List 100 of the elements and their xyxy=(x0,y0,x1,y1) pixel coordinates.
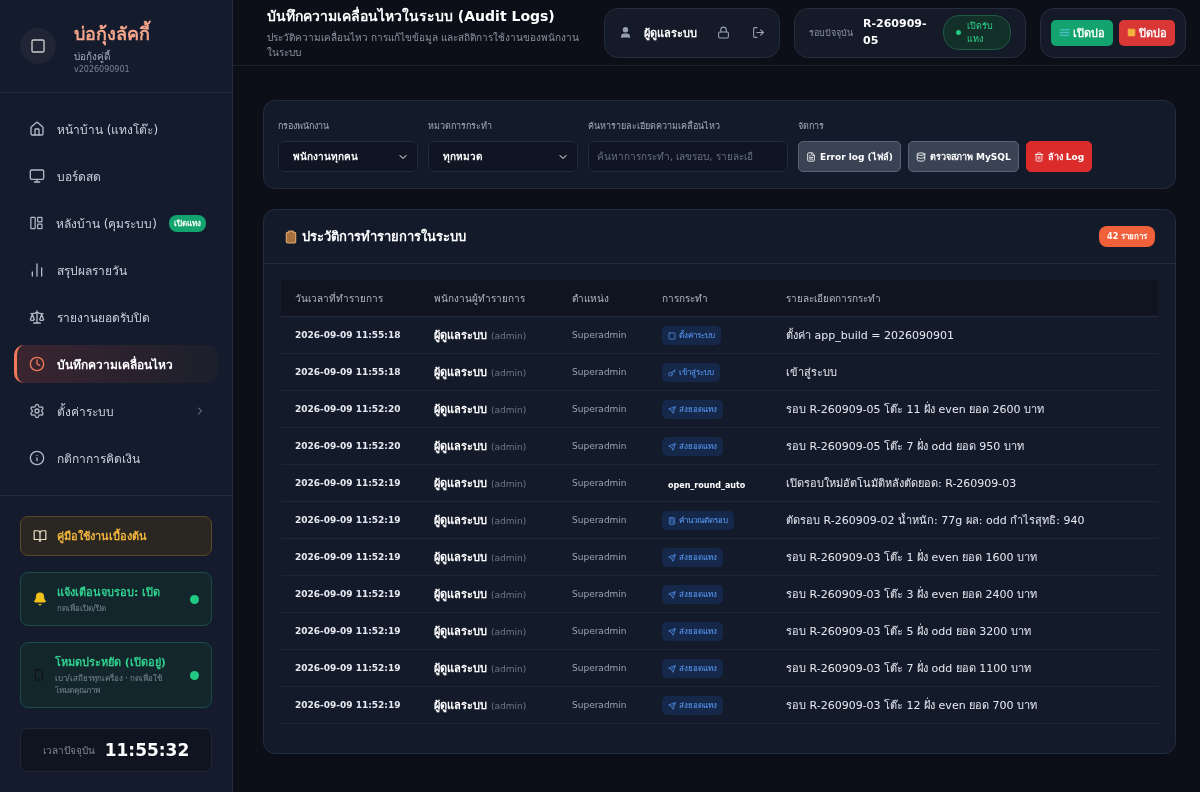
phone-icon xyxy=(33,669,45,681)
trash-icon xyxy=(1033,151,1044,162)
search-field[interactable]: ค้นหาการกระทำ, เลขรอบ, รายละเอี xyxy=(588,141,788,172)
filter-label: หมวดการกระทำ xyxy=(428,120,493,133)
user-cell-text: ผู้ดูแลระบบ xyxy=(434,698,487,714)
nav-item[interactable]: ตั้งค่าระบบ xyxy=(14,392,218,430)
username-text: (admin) xyxy=(491,368,527,378)
database-icon xyxy=(915,151,926,162)
nav-item[interactable]: บอร์ดสด xyxy=(14,157,218,195)
send-icon xyxy=(668,627,676,636)
logout-icon[interactable] xyxy=(752,26,765,39)
square-icon xyxy=(668,331,676,340)
user-cell-text: ผู้ดูแลระบบ xyxy=(434,624,487,640)
send-icon xyxy=(668,701,676,710)
user-cell-text: ผู้ดูแลระบบ xyxy=(434,476,487,492)
action-tag: ส่งยอดแทง xyxy=(662,696,723,716)
user-cell-text: ผู้ดูแลระบบ xyxy=(434,550,487,566)
send-icon xyxy=(668,664,676,673)
nav-item[interactable]: กติกาการคิดเงิน xyxy=(14,439,218,477)
user-icon xyxy=(619,26,632,39)
category-select[interactable]: ทุกหมวด xyxy=(428,141,578,172)
role-cell-text: Superadmin xyxy=(571,515,628,525)
round-code: R-260909-05 xyxy=(863,16,928,49)
nav-icon xyxy=(29,168,45,184)
user-cell-text: ผู้ดูแลระบบ xyxy=(434,587,487,603)
username-text: (admin) xyxy=(491,590,527,600)
clipboard-icon xyxy=(284,229,298,244)
username-text: (admin) xyxy=(491,405,527,415)
role-cell-text: Superadmin xyxy=(571,663,628,673)
time-cell-text: 2026-09-09 11:52:19 xyxy=(294,478,402,488)
username-text: (admin) xyxy=(491,331,527,341)
nav-item[interactable]: สรุปผลรายวัน xyxy=(14,251,218,289)
nav-item[interactable]: รายงานยอดรับปิด xyxy=(14,298,218,336)
filter-label: กรองพนักงาน xyxy=(278,120,330,133)
time-cell-text: 2026-09-09 11:52:19 xyxy=(294,663,402,673)
brand-subtitle: บ่อกุ้งคู่ดี้ xyxy=(74,48,111,64)
count-badge: 42 รายการ xyxy=(1099,226,1155,247)
square-icon xyxy=(1127,28,1136,37)
nav-item[interactable]: หน้าบ้าน (แทงโต๊ะ) xyxy=(14,110,218,148)
guide-card[interactable]: คู่มือใช้งานเบื้องต้น xyxy=(20,516,212,556)
username-text: (admin) xyxy=(491,553,527,563)
page-subtitle: ประวัติความเคลื่อนไหว การแก้ไขข้อมูล และสถิติการใช้งานของพนักงานในระบบ xyxy=(267,30,581,60)
close-pond-button[interactable]: ปิดบ่อ xyxy=(1119,19,1175,46)
send-icon xyxy=(668,590,676,599)
brand-name: บ่อกุ้งลัคกี้ xyxy=(74,19,150,48)
staff-select[interactable]: พนักงานทุกคน xyxy=(278,141,418,172)
time-cell-text: 2026-09-09 11:52:19 xyxy=(294,700,402,710)
action-tag: ส่งยอดแทง xyxy=(662,400,723,420)
username-text: (admin) xyxy=(491,627,527,637)
username-text: (admin) xyxy=(491,516,527,526)
lock-icon[interactable] xyxy=(717,26,730,39)
version-text: v2026090901 xyxy=(74,64,131,74)
nav-icon xyxy=(29,356,45,372)
column-header: วันเวลาที่ทำรายการ xyxy=(294,290,384,306)
role-cell-text: Superadmin xyxy=(571,478,628,488)
page-title: บันทึกความเคลื่อนไหวในระบบ (Audit Logs) xyxy=(267,5,556,26)
detail-cell-text: รอบ R-260909-03 โต๊ะ 3 ฝั่ง even ยอด 2400 บาท xyxy=(785,585,1039,603)
action-button[interactable]: ล้าง Log xyxy=(1025,141,1093,172)
detail-cell-text: รอบ R-260909-03 โต๊ะ 1 ฝั่ง even ยอด 1600 บาท xyxy=(785,548,1039,566)
action-tag: ส่งยอดแทง xyxy=(662,622,723,642)
document-icon xyxy=(806,151,816,162)
detail-cell-text: รอบ R-260909-05 โต๊ะ 11 ฝั่ง even ยอด 2600 บาท xyxy=(785,400,1046,418)
action-button[interactable]: ตรวจสภาพ MySQL xyxy=(907,141,1019,172)
filter-label: ค้นหารายละเอียดความเคลื่อนไหว xyxy=(588,119,721,133)
filter-label: จัดการ xyxy=(798,120,825,133)
round-label: รอบปัจจุบัน xyxy=(809,26,853,40)
nav-icon xyxy=(29,450,45,466)
role-cell-text: Superadmin xyxy=(571,367,628,377)
role-cell-text: Superadmin xyxy=(571,626,628,636)
time-cell-text: 2026-09-09 11:52:20 xyxy=(294,441,402,451)
column-header: ตำแหน่ง xyxy=(571,291,610,306)
column-header: รายละเอียดการกระทำ xyxy=(785,291,882,306)
nav-item[interactable]: บันทึกความเคลื่อนไหว xyxy=(14,345,218,383)
username-text: (admin) xyxy=(491,442,527,452)
nav-icon xyxy=(29,309,45,325)
username-text: (admin) xyxy=(491,479,527,489)
action-button[interactable]: Error log (ไฟล์) xyxy=(798,141,901,172)
role-cell-text: Superadmin xyxy=(571,330,628,340)
calculator-icon xyxy=(668,516,676,525)
action-tag: เข้าสู่ระบบ xyxy=(662,363,720,383)
user-cell-text: ผู้ดูแลระบบ xyxy=(434,402,487,418)
time-cell-text: 2026-09-09 11:55:18 xyxy=(294,367,402,377)
send-icon xyxy=(668,442,676,451)
toggle-card[interactable]: โหมดประหยัด (เปิดอยู่) เบา/เสถียรทุกเครื่อง · กดเพื่อใช้โหมดคุณภาพ xyxy=(20,642,212,708)
book-icon xyxy=(33,529,47,543)
clock-time: 11:55:32 xyxy=(104,740,190,760)
toggle-card[interactable]: แจ้งเตือนจบรอบ: เปิด กดเพื่อเปิด/ปิด xyxy=(20,572,212,626)
action-tag: ส่งยอดแทง xyxy=(662,585,723,605)
action-tag: คำนวณตัดรอบ xyxy=(662,511,734,531)
nav-item[interactable]: หลังบ้าน (คุมระบบ) เปิดแทง xyxy=(14,204,218,242)
username-text: (admin) xyxy=(491,664,527,674)
role-cell-text: Superadmin xyxy=(571,589,628,599)
column-header: พนักงานผู้ทำรายการ xyxy=(433,291,526,306)
role-cell-text: Superadmin xyxy=(571,441,628,451)
action-text: open_round_auto xyxy=(667,480,747,492)
user-cell-text: ผู้ดูแลระบบ xyxy=(434,513,487,529)
send-icon xyxy=(668,405,676,414)
time-cell-text: 2026-09-09 11:55:18 xyxy=(294,330,402,340)
nav-icon xyxy=(29,121,45,137)
time-cell-text: 2026-09-09 11:52:19 xyxy=(294,515,402,525)
